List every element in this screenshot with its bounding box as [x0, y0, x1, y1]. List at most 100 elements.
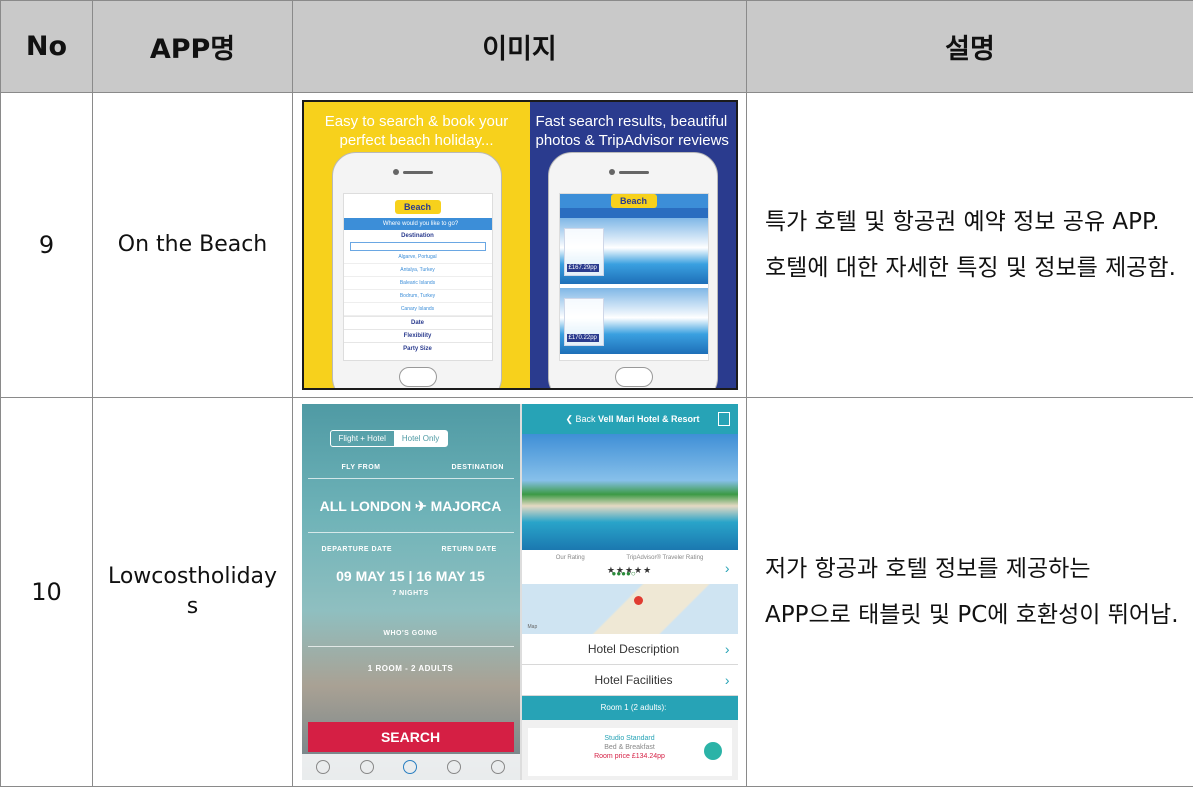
phone-mockup: Beach £167.29pp £1 [548, 152, 718, 390]
nights-label: 7 NIGHTS [302, 590, 520, 597]
room-price: Room price £134.24pp [536, 752, 724, 761]
phone-screen: Beach Where would you like to go? Destin… [343, 193, 493, 361]
home-button-icon [615, 367, 653, 387]
hotel-facilities-row: Hotel Facilities › [522, 665, 738, 696]
app-screenshot-cell: Flight + Hotel Hotel Only FLY FROM DESTI… [293, 398, 747, 787]
destination-label: DESTINATION [452, 464, 504, 471]
star-icon [447, 760, 461, 774]
hotel-card: £170.22pp [564, 298, 604, 346]
row-label: Hotel Description [588, 642, 679, 656]
room-type: Studio Standard [536, 734, 724, 743]
rating-bar: Our Rating TripAdvisor® Traveler Rating … [522, 550, 738, 584]
camera-icon [609, 169, 615, 175]
map-label: Map [528, 624, 538, 630]
list-item: Bodrum, Turkey [344, 290, 492, 303]
hotel-nav-bar: ❮ Back Vell Mari Hotel & Resort [522, 404, 738, 434]
promo-caption: Fast search results, beautiful photos & … [530, 112, 736, 150]
destination-label: Destination [344, 230, 492, 242]
hotel-price: £167.29pp [567, 264, 599, 272]
chevron-right-icon: › [725, 665, 730, 696]
hotel-photo [522, 434, 738, 550]
list-item: Algarve, Portugal [344, 251, 492, 264]
phone-mockup: Beach Where would you like to go? Destin… [332, 152, 502, 390]
favourites-icon [360, 760, 374, 774]
route: ALL LONDON ✈ MAJORCA [302, 498, 520, 515]
share-icon [718, 412, 730, 426]
destination-input [350, 242, 486, 251]
toggle-flight-hotel: Flight + Hotel [331, 431, 394, 446]
home-button-icon [399, 367, 437, 387]
header-description: 설명 [747, 1, 1193, 93]
hotel-detail-screen: ❮ Back Vell Mari Hotel & Resort Our Rati… [520, 404, 738, 780]
option-flexibility: Flexibility [344, 329, 492, 342]
hotel-description-row: Hotel Description › [522, 634, 738, 665]
speaker-icon [403, 171, 433, 174]
divider [308, 478, 514, 479]
hotel-photo-2: £170.22pp [560, 288, 708, 354]
app-description: 저가 항공과 호텔 정보를 제공하는 APP으로 태블릿 및 PC에 호환성이 … [747, 398, 1193, 787]
rating-label: Our Rating [556, 555, 585, 561]
app-name: Lowcostholidays [93, 398, 293, 787]
hotel-photo-1: £167.29pp [560, 218, 708, 284]
trip-type-toggle: Flight + Hotel Hotel Only [330, 430, 449, 447]
return-label: RETURN DATE [442, 546, 497, 553]
search-button: SEARCH [308, 722, 514, 752]
option-date: Date [344, 316, 492, 329]
speaker-icon [619, 171, 649, 174]
header-app-name: APP명 [93, 1, 293, 93]
app-table: No APP명 이미지 설명 9 On the Beach Easy to se… [0, 0, 1193, 787]
table-row: 9 On the Beach Easy to search & book you… [1, 93, 1193, 398]
list-item: Canary Islands [344, 303, 492, 316]
chevron-right-icon: › [725, 560, 730, 576]
divider [308, 532, 514, 533]
date-bar [560, 208, 708, 218]
beach-logo: Beach [611, 194, 657, 208]
header-row: No APP명 이미지 설명 [1, 1, 1193, 93]
back-label: Back [575, 414, 595, 424]
places-list: Algarve, Portugal Antalya, Turkey Balear… [344, 251, 492, 316]
departure-value: 09 MAY 15 [336, 568, 405, 584]
row-number: 10 [1, 398, 93, 787]
list-item: Antalya, Turkey [344, 264, 492, 277]
plane-icon: ✈ [415, 498, 431, 514]
header-image: 이미지 [293, 1, 747, 93]
select-room-icon [704, 742, 722, 760]
back-chevron-icon: ❮ [565, 414, 575, 424]
where-prompt: Where would you like to go? [344, 218, 492, 230]
dates: 09 MAY 15 | 16 MAY 15 [302, 568, 520, 584]
board-type: Bed & Breakfast [536, 743, 724, 752]
hotel-map: Map [522, 584, 738, 634]
return-value: 16 MAY 15 [416, 568, 485, 584]
tripadvisor-label: TripAdvisor® Traveler Rating [626, 555, 703, 561]
room-card: Studio Standard Bed & Breakfast Room pri… [528, 728, 732, 776]
fly-from-label: FLY FROM [342, 464, 381, 471]
tripadvisor-dots: ●●●●○ [612, 569, 636, 578]
app-nav-bar: Beach [560, 194, 708, 208]
screenshot-panel-right: Fast search results, beautiful photos & … [530, 102, 736, 388]
app-screenshot: Flight + Hotel Hotel Only FLY FROM DESTI… [302, 404, 738, 780]
departure-label: DEPARTURE DATE [322, 546, 393, 553]
app-name: On the Beach [93, 93, 293, 398]
screenshot-panel-left: Easy to search & book your perfect beach… [304, 102, 530, 388]
map-pin-icon [634, 596, 643, 605]
option-party-size: Party Size [344, 342, 492, 355]
app-screenshot-cell: Easy to search & book your perfect beach… [293, 93, 747, 398]
row-number: 9 [1, 93, 93, 398]
list-item: Balearic Islands [344, 277, 492, 290]
divider [308, 646, 514, 647]
app-screenshot: Easy to search & book your perfect beach… [302, 100, 738, 390]
hotel-title: Vell Mari Hotel & Resort [598, 414, 700, 424]
table-row: 10 Lowcostholidays Flight + Hotel Hotel … [1, 398, 1193, 787]
app-description: 특가 호텔 및 항공권 예약 정보 공유 APP. 호텔에 대한 자세한 특징 … [747, 93, 1193, 398]
who-label: WHO'S GOING [302, 630, 520, 637]
promo-caption: Easy to search & book your perfect beach… [304, 112, 530, 150]
inspire-icon [316, 760, 330, 774]
camera-icon [393, 169, 399, 175]
room-header: Room 1 (2 adults): [522, 696, 738, 720]
hotel-card: £167.29pp [564, 228, 604, 276]
row-label: Hotel Facilities [594, 673, 672, 687]
to-value: MAJORCA [431, 498, 502, 514]
tab-bar [302, 754, 520, 780]
header-no: No [1, 1, 93, 93]
hotel-price: £170.22pp [567, 334, 599, 342]
